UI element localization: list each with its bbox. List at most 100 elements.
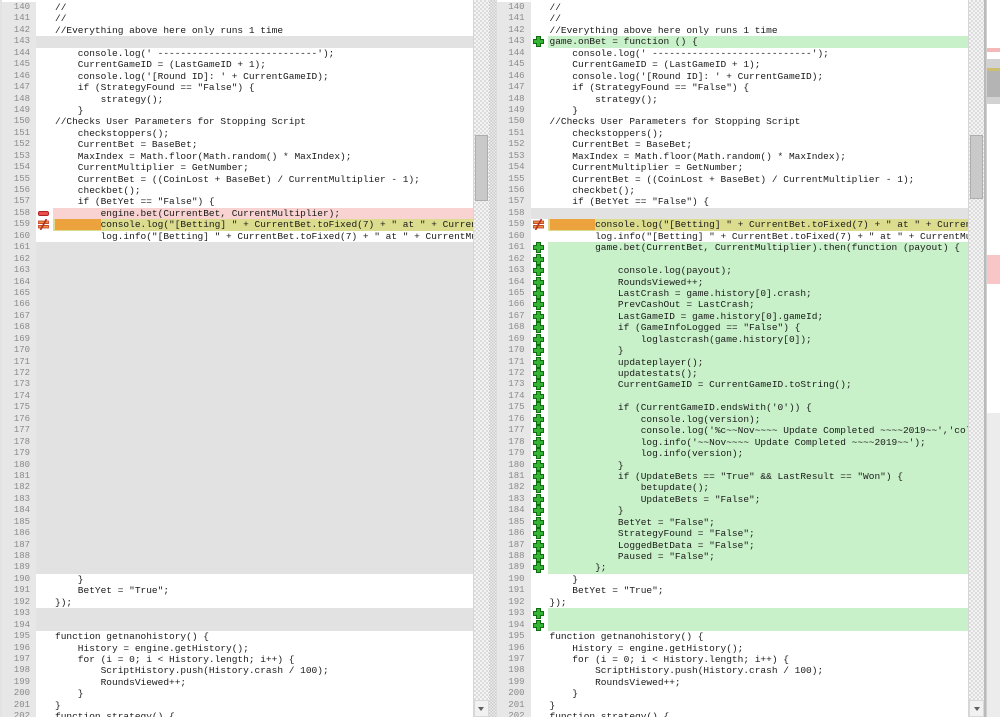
code-text[interactable]: CurrentBet = BaseBet; — [548, 139, 969, 150]
code-text[interactable]: } — [53, 700, 473, 711]
line-number[interactable]: 175 — [497, 402, 531, 413]
code-text[interactable] — [53, 562, 473, 573]
code-text[interactable]: log.info("[Betting] " + CurrentBet.toFix… — [548, 231, 969, 242]
line-number[interactable]: 144 — [497, 48, 531, 59]
line-number[interactable]: 163 — [497, 265, 531, 276]
line-number[interactable]: 191 — [2, 585, 36, 596]
line-number[interactable]: 188 — [2, 551, 36, 562]
code-text[interactable]: }); — [548, 597, 969, 608]
line-number[interactable]: 187 — [2, 540, 36, 551]
line-number[interactable]: 177 — [497, 425, 531, 436]
line-number[interactable]: 170 — [497, 345, 531, 356]
line-number[interactable]: 186 — [497, 528, 531, 539]
code-text[interactable]: strategy(); — [53, 94, 473, 105]
left-scroll-down-button[interactable] — [474, 700, 489, 717]
code-text[interactable]: if (CurrentGameID.endsWith('0')) { — [548, 402, 969, 413]
code-text[interactable] — [53, 334, 473, 345]
code-text[interactable]: console.log('%c~~Nov~~~~ Update Complete… — [548, 425, 969, 436]
code-text[interactable]: CurrentGameID = (LastGameID + 1); — [548, 59, 969, 70]
code-text[interactable]: LastCrash = game.history[0].crash; — [548, 288, 969, 299]
code-text[interactable]: LoggedBetData = "False"; — [548, 540, 969, 551]
code-text[interactable]: BetYet = "True"; — [53, 585, 473, 596]
pane-splitter[interactable] — [489, 0, 497, 717]
line-number[interactable]: 162 — [2, 254, 36, 265]
code-text[interactable]: console.log('[Round ID]: ' + CurrentGame… — [53, 71, 473, 82]
line-number[interactable]: 146 — [497, 71, 531, 82]
code-text[interactable]: game.onBet = function () { — [548, 36, 969, 47]
line-number[interactable]: 192 — [2, 597, 36, 608]
line-number[interactable]: 149 — [2, 105, 36, 116]
line-number[interactable]: 160 — [497, 231, 531, 242]
code-text[interactable] — [53, 277, 473, 288]
code-text[interactable] — [53, 368, 473, 379]
line-number[interactable]: 171 — [2, 357, 36, 368]
code-text[interactable]: if (GameInfoLogged == "False") { — [548, 322, 969, 333]
code-text[interactable]: console.log("[Betting] " + CurrentBet.to… — [548, 219, 969, 230]
code-text[interactable]: console.log(version); — [548, 414, 969, 425]
left-editor[interactable]: 140//141//142//Everything above here onl… — [2, 0, 473, 717]
code-text[interactable]: } — [53, 574, 473, 585]
code-text[interactable]: ScriptHistory.push(History.crash / 100); — [548, 665, 969, 676]
line-number[interactable]: 144 — [2, 48, 36, 59]
line-number[interactable]: 178 — [497, 437, 531, 448]
code-text[interactable] — [53, 482, 473, 493]
code-text[interactable] — [53, 36, 473, 47]
code-text[interactable]: // — [548, 13, 969, 24]
code-text[interactable]: log.info("[Betting] " + CurrentBet.toFix… — [53, 231, 473, 242]
line-number[interactable]: 167 — [497, 311, 531, 322]
code-text[interactable]: UpdateBets = "False"; — [548, 494, 969, 505]
code-text[interactable]: StrategyFound = "False"; — [548, 528, 969, 539]
line-number[interactable]: 157 — [2, 196, 36, 207]
line-number[interactable]: 174 — [497, 391, 531, 402]
code-text[interactable] — [53, 379, 473, 390]
line-number[interactable]: 193 — [2, 608, 36, 619]
line-number[interactable]: 190 — [497, 574, 531, 585]
code-text[interactable]: } — [548, 460, 969, 471]
code-text[interactable] — [53, 322, 473, 333]
line-number[interactable]: 195 — [497, 631, 531, 642]
line-number[interactable]: 165 — [2, 288, 36, 299]
line-number[interactable]: 189 — [2, 562, 36, 573]
line-number[interactable]: 188 — [497, 551, 531, 562]
code-text[interactable]: function getnanohistory() { — [548, 631, 969, 642]
line-number[interactable]: 181 — [497, 471, 531, 482]
code-text[interactable]: CurrentBet = ((CoinLost + BaseBet) / Cur… — [53, 174, 473, 185]
line-number[interactable]: 179 — [2, 448, 36, 459]
right-scroll-down-button[interactable] — [969, 700, 984, 717]
line-number[interactable]: 158 — [497, 208, 531, 219]
line-number[interactable]: 187 — [497, 540, 531, 551]
code-text[interactable]: } — [548, 688, 969, 699]
line-number[interactable]: 184 — [2, 505, 36, 516]
line-number[interactable]: 156 — [2, 185, 36, 196]
line-number[interactable]: 147 — [497, 82, 531, 93]
line-number[interactable]: 156 — [497, 185, 531, 196]
code-text[interactable]: PrevCashOut = LastCrash; — [548, 299, 969, 310]
code-text[interactable] — [53, 288, 473, 299]
line-number[interactable]: 179 — [497, 448, 531, 459]
line-number[interactable]: 200 — [497, 688, 531, 699]
code-text[interactable]: strategy(); — [548, 94, 969, 105]
line-number[interactable]: 165 — [497, 288, 531, 299]
code-text[interactable]: if (StrategyFound == "False") { — [53, 82, 473, 93]
line-number[interactable]: 151 — [497, 128, 531, 139]
code-text[interactable]: BetYet = "False"; — [548, 517, 969, 528]
code-text[interactable]: // — [53, 13, 473, 24]
code-text[interactable]: } — [53, 688, 473, 699]
line-number[interactable]: 196 — [2, 643, 36, 654]
line-number[interactable]: 142 — [497, 25, 531, 36]
line-number[interactable]: 184 — [497, 505, 531, 516]
code-text[interactable] — [53, 254, 473, 265]
line-number[interactable]: 166 — [497, 299, 531, 310]
code-text[interactable]: checkstoppers(); — [53, 128, 473, 139]
code-text[interactable]: }); — [53, 597, 473, 608]
code-text[interactable]: } — [548, 505, 969, 516]
line-number[interactable]: 158 — [2, 208, 36, 219]
line-number[interactable]: 140 — [2, 2, 36, 13]
line-number[interactable]: 153 — [2, 151, 36, 162]
code-text[interactable]: } — [548, 345, 969, 356]
code-text[interactable] — [548, 208, 969, 219]
line-number[interactable]: 152 — [2, 139, 36, 150]
line-number[interactable]: 185 — [2, 517, 36, 528]
line-number[interactable]: 170 — [2, 345, 36, 356]
code-text[interactable]: //Everything above here only runs 1 time — [548, 25, 969, 36]
